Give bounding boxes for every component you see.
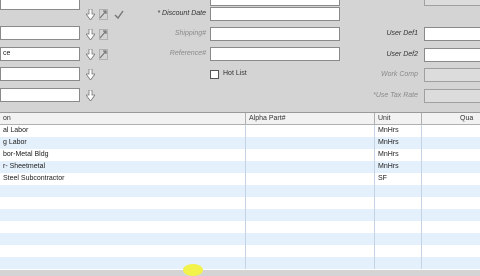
row-unit (375, 245, 422, 257)
row-description: al Labor (0, 125, 246, 137)
down-arrow-icon[interactable] (86, 49, 95, 60)
user-def2-field[interactable] (424, 48, 480, 62)
user-def1-field[interactable] (424, 27, 480, 41)
row-alpha-part (246, 233, 375, 245)
row-description (0, 221, 246, 233)
hot-list-label: Hot List (223, 70, 247, 77)
row-quantity (422, 125, 480, 137)
table-row[interactable] (0, 233, 480, 245)
use-tax-rate-field[interactable] (424, 89, 480, 103)
row-unit (375, 197, 422, 209)
table-row[interactable]: g Labor MnHrs (0, 137, 480, 149)
column-header-quantity[interactable]: Qua (422, 113, 480, 125)
user-def1-label: User Def1 (386, 30, 418, 37)
row-alpha-part (246, 149, 375, 161)
row-unit: SF (375, 173, 422, 185)
row-unit (375, 209, 422, 221)
row-alpha-part (246, 257, 375, 269)
row-quantity (422, 185, 480, 197)
table-row[interactable]: bor-Metal Bldg MnHrs (0, 149, 480, 161)
cursor-highlight (183, 264, 203, 276)
table-row[interactable]: Steel Subcontractor SF (0, 173, 480, 185)
row-quantity (422, 245, 480, 257)
row-alpha-part (246, 209, 375, 221)
row-quantity (422, 209, 480, 221)
work-comp-label: Work Comp (381, 71, 418, 78)
nudge-icon[interactable] (99, 49, 108, 60)
user-def2-label: User Def2 (386, 51, 418, 58)
shipping-label: Shipping# (174, 30, 206, 37)
row-unit: MnHrs (375, 137, 422, 149)
left-field-1[interactable] (0, 0, 80, 10)
row-unit (375, 257, 422, 269)
down-arrow-icon[interactable] (86, 9, 95, 20)
nudge-icon[interactable] (99, 9, 108, 20)
nudge-icon[interactable] (99, 29, 108, 40)
row-description: bor-Metal Bldg (0, 149, 246, 161)
row-alpha-part (246, 161, 375, 173)
hot-list-checkbox[interactable] (210, 70, 219, 79)
reference-label: Reference# (169, 50, 206, 57)
reference-field[interactable] (210, 47, 340, 61)
row-quantity (422, 197, 480, 209)
down-arrow-icon[interactable] (86, 29, 95, 40)
left-field-2[interactable] (0, 26, 80, 40)
row-alpha-part (246, 137, 375, 149)
column-header-description[interactable]: on (0, 113, 246, 125)
row-quantity (422, 161, 480, 173)
discount-date-label: * Discount Date (157, 10, 206, 17)
column-header-unit[interactable]: Unit (375, 113, 422, 125)
row-quantity (422, 233, 480, 245)
left-field-4[interactable] (0, 67, 80, 81)
table-row[interactable] (0, 245, 480, 257)
row-description (0, 197, 246, 209)
row-description (0, 257, 246, 269)
row-alpha-part (246, 185, 375, 197)
table-row[interactable] (0, 197, 480, 209)
row-description (0, 209, 246, 221)
row-alpha-part (246, 173, 375, 185)
table-row[interactable] (0, 209, 480, 221)
row-unit: MnHrs (375, 161, 422, 173)
row-quantity (422, 137, 480, 149)
table-row[interactable] (0, 257, 480, 269)
shipping-field[interactable] (210, 27, 340, 41)
row-unit (375, 221, 422, 233)
row-description: r- Sheetmetal (0, 161, 246, 173)
row-alpha-part (246, 221, 375, 233)
row-description (0, 233, 246, 245)
row-description: g Labor (0, 137, 246, 149)
row-description (0, 245, 246, 257)
row-quantity (422, 149, 480, 161)
check-icon[interactable] (114, 10, 124, 20)
discount-date-field[interactable] (210, 7, 340, 21)
work-comp-field[interactable] (424, 68, 480, 82)
down-arrow-icon[interactable] (86, 69, 95, 80)
down-arrow-icon[interactable] (86, 90, 95, 101)
row-quantity (422, 173, 480, 185)
table-row[interactable] (0, 221, 480, 233)
row-unit (375, 233, 422, 245)
left-field-5[interactable] (0, 88, 80, 102)
top-middle-field[interactable] (210, 0, 340, 6)
row-alpha-part (246, 197, 375, 209)
row-unit (375, 185, 422, 197)
row-unit: MnHrs (375, 125, 422, 137)
table-row[interactable] (0, 185, 480, 197)
row-description: Steel Subcontractor (0, 173, 246, 185)
row-alpha-part (246, 125, 375, 137)
row-alpha-part (246, 245, 375, 257)
items-grid: on Alpha Part# Unit Qua al Labor MnHrs g… (0, 112, 480, 270)
row-description (0, 185, 246, 197)
column-header-alpha-part[interactable]: Alpha Part# (246, 113, 375, 125)
table-row[interactable]: al Labor MnHrs (0, 125, 480, 137)
left-field-3[interactable]: ce (0, 47, 80, 61)
use-tax-rate-label: *Use Tax Rate (373, 92, 418, 99)
row-quantity (422, 257, 480, 269)
row-unit: MnHrs (375, 149, 422, 161)
top-right-field[interactable] (424, 0, 480, 6)
table-row[interactable]: r- Sheetmetal MnHrs (0, 161, 480, 173)
row-quantity (422, 221, 480, 233)
